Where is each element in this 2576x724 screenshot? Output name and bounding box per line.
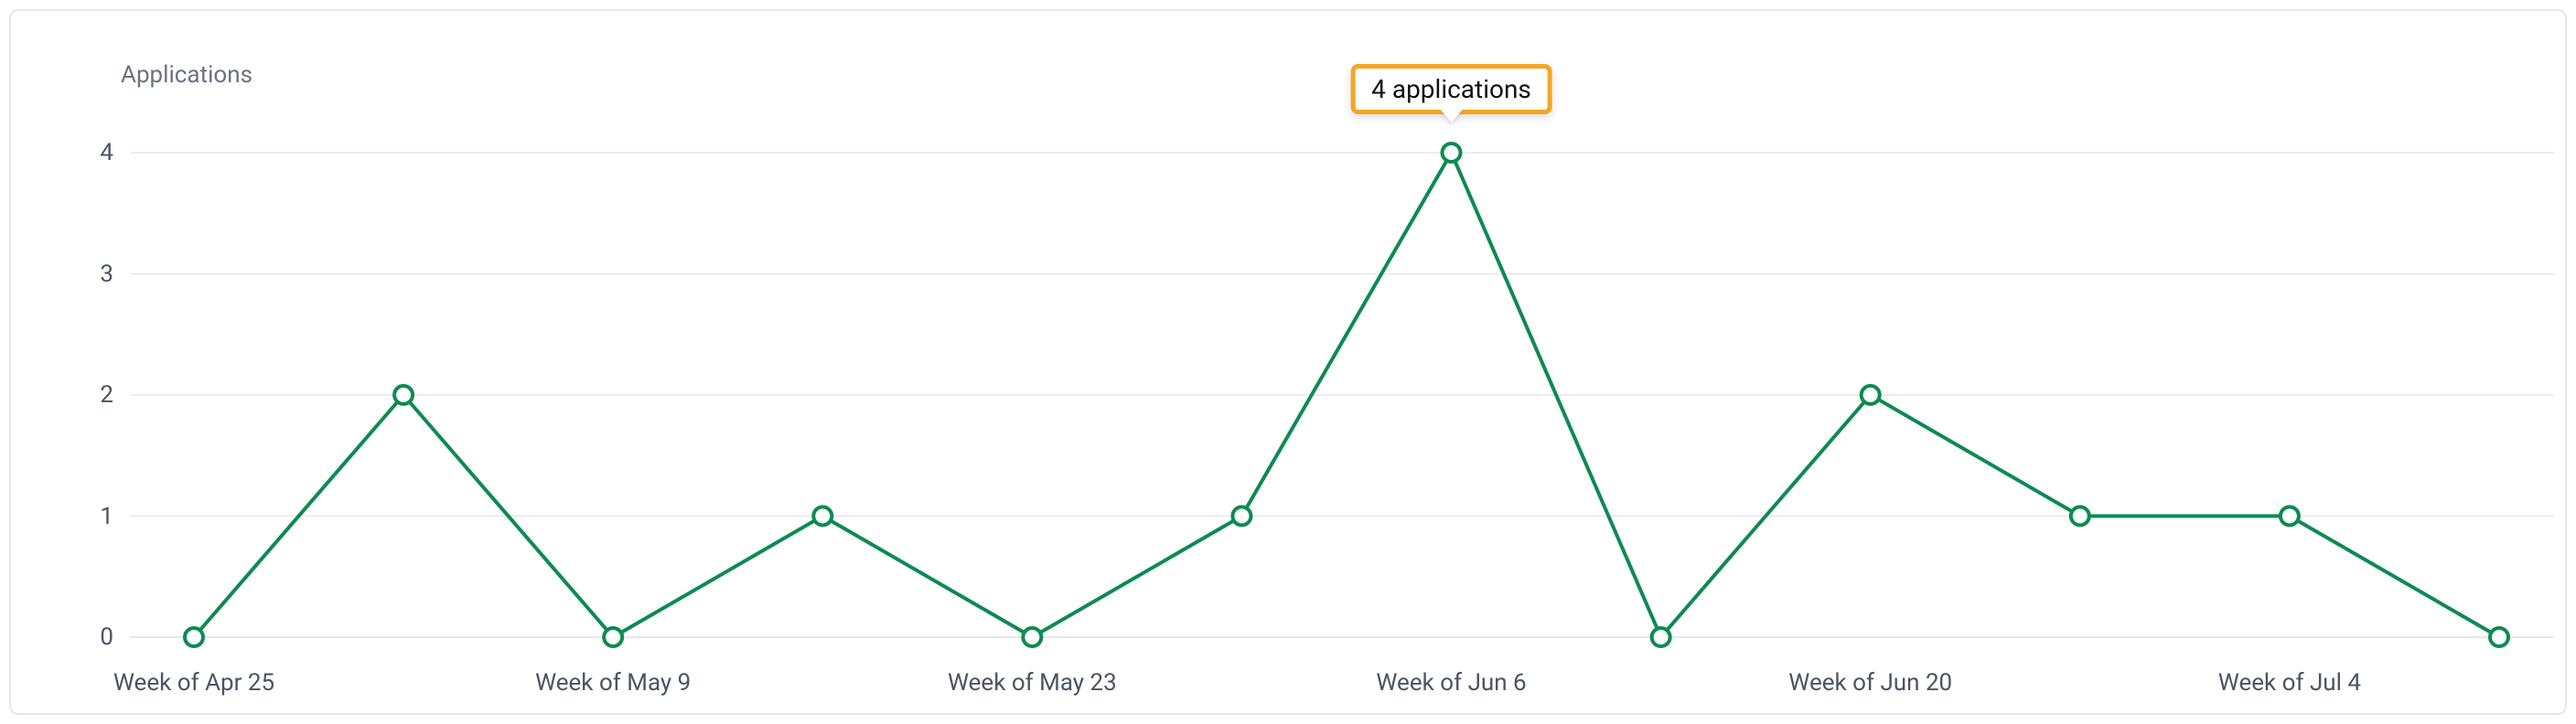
x-tick-label: Week of Jul 4: [2218, 669, 2361, 697]
data-point[interactable]: [1443, 144, 1461, 162]
x-tick-label: Week of May 23: [948, 669, 1117, 697]
data-point[interactable]: [2071, 507, 2089, 526]
y-tick-label: 4: [77, 139, 113, 166]
x-tick-label: Week of Apr 25: [113, 669, 274, 697]
y-tick-label: 3: [77, 261, 113, 288]
chart-tooltip: 4 applications: [1350, 64, 1552, 114]
data-point[interactable]: [1652, 628, 1670, 646]
tooltip-text: 4 applications: [1371, 74, 1531, 104]
applications-chart-card: Applications 01234 Week of Apr 25Week of…: [9, 9, 2567, 715]
data-point[interactable]: [1232, 507, 1250, 526]
data-point[interactable]: [1023, 628, 1041, 646]
data-point[interactable]: [2281, 507, 2299, 526]
x-tick-label: Week of Jun 20: [1788, 669, 1952, 697]
data-point[interactable]: [2490, 628, 2508, 646]
y-tick-label: 0: [77, 623, 113, 651]
y-tick-label: 2: [77, 381, 113, 409]
data-point[interactable]: [604, 628, 622, 646]
data-point[interactable]: [394, 386, 413, 404]
data-point[interactable]: [185, 628, 203, 646]
data-point[interactable]: [1862, 386, 1880, 404]
data-point[interactable]: [813, 507, 832, 526]
x-tick-label: Week of Jun 6: [1376, 669, 1526, 697]
x-tick-label: Week of May 9: [535, 669, 691, 697]
chart-plot-area[interactable]: [11, 11, 2569, 717]
y-tick-label: 1: [77, 503, 113, 530]
